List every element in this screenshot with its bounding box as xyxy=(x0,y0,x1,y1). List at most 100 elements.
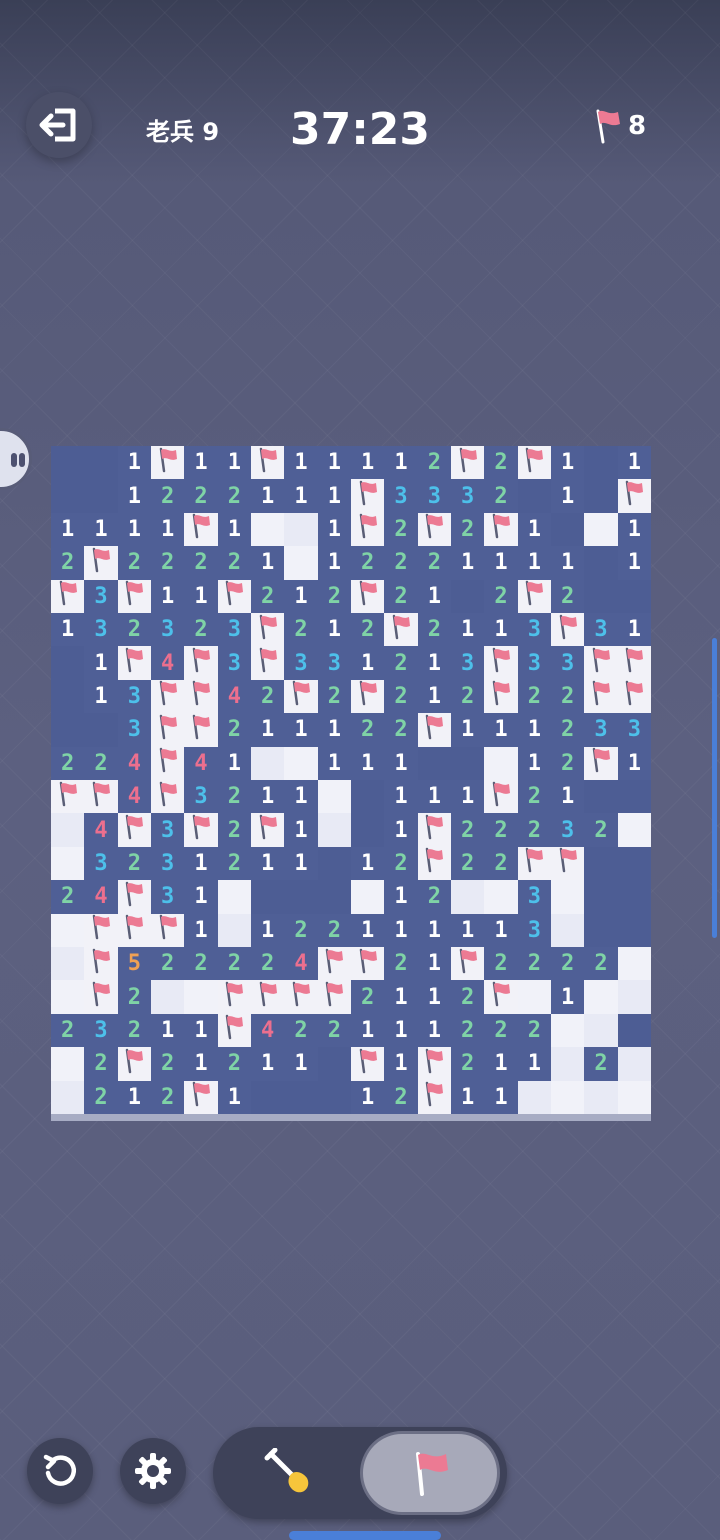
number-cell[interactable]: 3 xyxy=(384,479,418,513)
flagged-cell[interactable] xyxy=(617,646,651,680)
number-cell[interactable]: 3 xyxy=(284,646,318,680)
flagged-cell[interactable] xyxy=(251,446,285,480)
covered-cell[interactable] xyxy=(617,579,651,613)
flagged-cell[interactable] xyxy=(184,679,218,714)
number-cell[interactable]: 2 xyxy=(117,846,151,881)
flagged-cell[interactable] xyxy=(84,913,118,947)
number-cell[interactable]: 2 xyxy=(151,546,185,580)
empty-cell[interactable] xyxy=(51,1047,85,1081)
flagged-cell[interactable] xyxy=(151,713,185,747)
number-cell[interactable]: 2 xyxy=(317,913,351,947)
number-cell[interactable]: 2 xyxy=(151,947,185,981)
number-cell[interactable]: 2 xyxy=(517,1013,551,1048)
number-cell[interactable]: 2 xyxy=(151,1047,185,1081)
number-cell[interactable]: 2 xyxy=(384,646,418,680)
number-cell[interactable]: 1 xyxy=(184,1013,218,1048)
empty-cell[interactable] xyxy=(617,1047,651,1081)
empty-cell[interactable] xyxy=(484,746,518,780)
empty-cell[interactable] xyxy=(517,1080,551,1114)
number-cell[interactable]: 2 xyxy=(217,780,251,814)
empty-cell[interactable] xyxy=(184,980,218,1014)
number-cell[interactable]: 1 xyxy=(617,613,651,647)
number-cell[interactable]: 1 xyxy=(384,446,418,480)
number-cell[interactable]: 1 xyxy=(184,913,218,947)
covered-cell[interactable] xyxy=(584,446,618,480)
number-cell[interactable]: 1 xyxy=(284,479,318,513)
number-cell[interactable]: 2 xyxy=(517,679,551,714)
number-cell[interactable]: 2 xyxy=(184,546,218,580)
number-cell[interactable]: 1 xyxy=(251,713,285,747)
number-cell[interactable]: 1 xyxy=(317,546,351,580)
number-cell[interactable]: 4 xyxy=(284,947,318,981)
flagged-cell[interactable] xyxy=(451,446,485,480)
number-cell[interactable]: 1 xyxy=(317,713,351,747)
covered-cell[interactable] xyxy=(84,446,118,480)
covered-cell[interactable] xyxy=(51,646,85,680)
number-cell[interactable]: 2 xyxy=(417,446,451,480)
scroll-indicator[interactable] xyxy=(712,638,717,938)
flagged-cell[interactable] xyxy=(317,947,351,981)
number-cell[interactable]: 1 xyxy=(417,947,451,981)
empty-cell[interactable] xyxy=(484,880,518,914)
number-cell[interactable]: 2 xyxy=(217,713,251,747)
number-cell[interactable]: 1 xyxy=(451,546,485,580)
flagged-cell[interactable] xyxy=(84,980,118,1014)
number-cell[interactable]: 2 xyxy=(317,1013,351,1048)
number-cell[interactable]: 3 xyxy=(451,646,485,680)
empty-cell[interactable] xyxy=(617,947,651,981)
number-cell[interactable]: 2 xyxy=(551,679,585,714)
number-cell[interactable]: 2 xyxy=(384,679,418,714)
empty-cell[interactable] xyxy=(251,746,285,780)
flagged-cell[interactable] xyxy=(484,679,518,714)
number-cell[interactable]: 1 xyxy=(351,746,385,780)
number-cell[interactable]: 2 xyxy=(117,980,151,1014)
number-cell[interactable]: 2 xyxy=(151,1080,185,1114)
number-cell[interactable]: 2 xyxy=(384,1080,418,1114)
number-cell[interactable]: 1 xyxy=(617,446,651,480)
number-cell[interactable]: 3 xyxy=(84,1013,118,1048)
number-cell[interactable]: 2 xyxy=(284,1013,318,1048)
empty-cell[interactable] xyxy=(51,1080,85,1114)
number-cell[interactable]: 1 xyxy=(351,1080,385,1114)
number-cell[interactable]: 1 xyxy=(384,913,418,947)
number-cell[interactable]: 2 xyxy=(151,479,185,513)
flagged-cell[interactable] xyxy=(251,646,285,680)
number-cell[interactable]: 2 xyxy=(384,947,418,981)
flagged-cell[interactable] xyxy=(184,713,218,747)
number-cell[interactable]: 1 xyxy=(351,913,385,947)
number-cell[interactable]: 1 xyxy=(84,512,118,547)
number-cell[interactable]: 2 xyxy=(351,713,385,747)
covered-cell[interactable] xyxy=(584,479,618,513)
number-cell[interactable]: 2 xyxy=(484,813,518,847)
number-cell[interactable]: 1 xyxy=(284,1047,318,1081)
covered-cell[interactable] xyxy=(51,679,85,714)
restart-button[interactable] xyxy=(27,1438,93,1504)
covered-cell[interactable] xyxy=(451,746,485,780)
empty-cell[interactable] xyxy=(584,1013,618,1048)
number-cell[interactable]: 4 xyxy=(117,746,151,780)
covered-cell[interactable] xyxy=(84,479,118,513)
number-cell[interactable]: 1 xyxy=(451,613,485,647)
empty-cell[interactable] xyxy=(317,780,351,814)
empty-cell[interactable] xyxy=(51,913,85,947)
number-cell[interactable]: 2 xyxy=(384,579,418,613)
flagged-cell[interactable] xyxy=(117,813,151,847)
covered-cell[interactable] xyxy=(351,813,385,847)
number-cell[interactable]: 1 xyxy=(284,446,318,480)
number-cell[interactable]: 2 xyxy=(51,1013,85,1048)
covered-cell[interactable] xyxy=(617,780,651,814)
number-cell[interactable]: 3 xyxy=(84,579,118,613)
side-chat-button[interactable] xyxy=(0,428,32,490)
flagged-cell[interactable] xyxy=(117,913,151,947)
number-cell[interactable]: 1 xyxy=(284,846,318,881)
number-cell[interactable]: 1 xyxy=(317,446,351,480)
number-cell[interactable]: 3 xyxy=(417,479,451,513)
number-cell[interactable]: 1 xyxy=(484,1047,518,1081)
number-cell[interactable]: 1 xyxy=(317,613,351,647)
flagged-cell[interactable] xyxy=(251,980,285,1014)
covered-cell[interactable] xyxy=(51,479,85,513)
number-cell[interactable]: 1 xyxy=(117,446,151,480)
number-cell[interactable]: 2 xyxy=(551,746,585,780)
covered-cell[interactable] xyxy=(617,913,651,947)
flagged-cell[interactable] xyxy=(151,780,185,814)
